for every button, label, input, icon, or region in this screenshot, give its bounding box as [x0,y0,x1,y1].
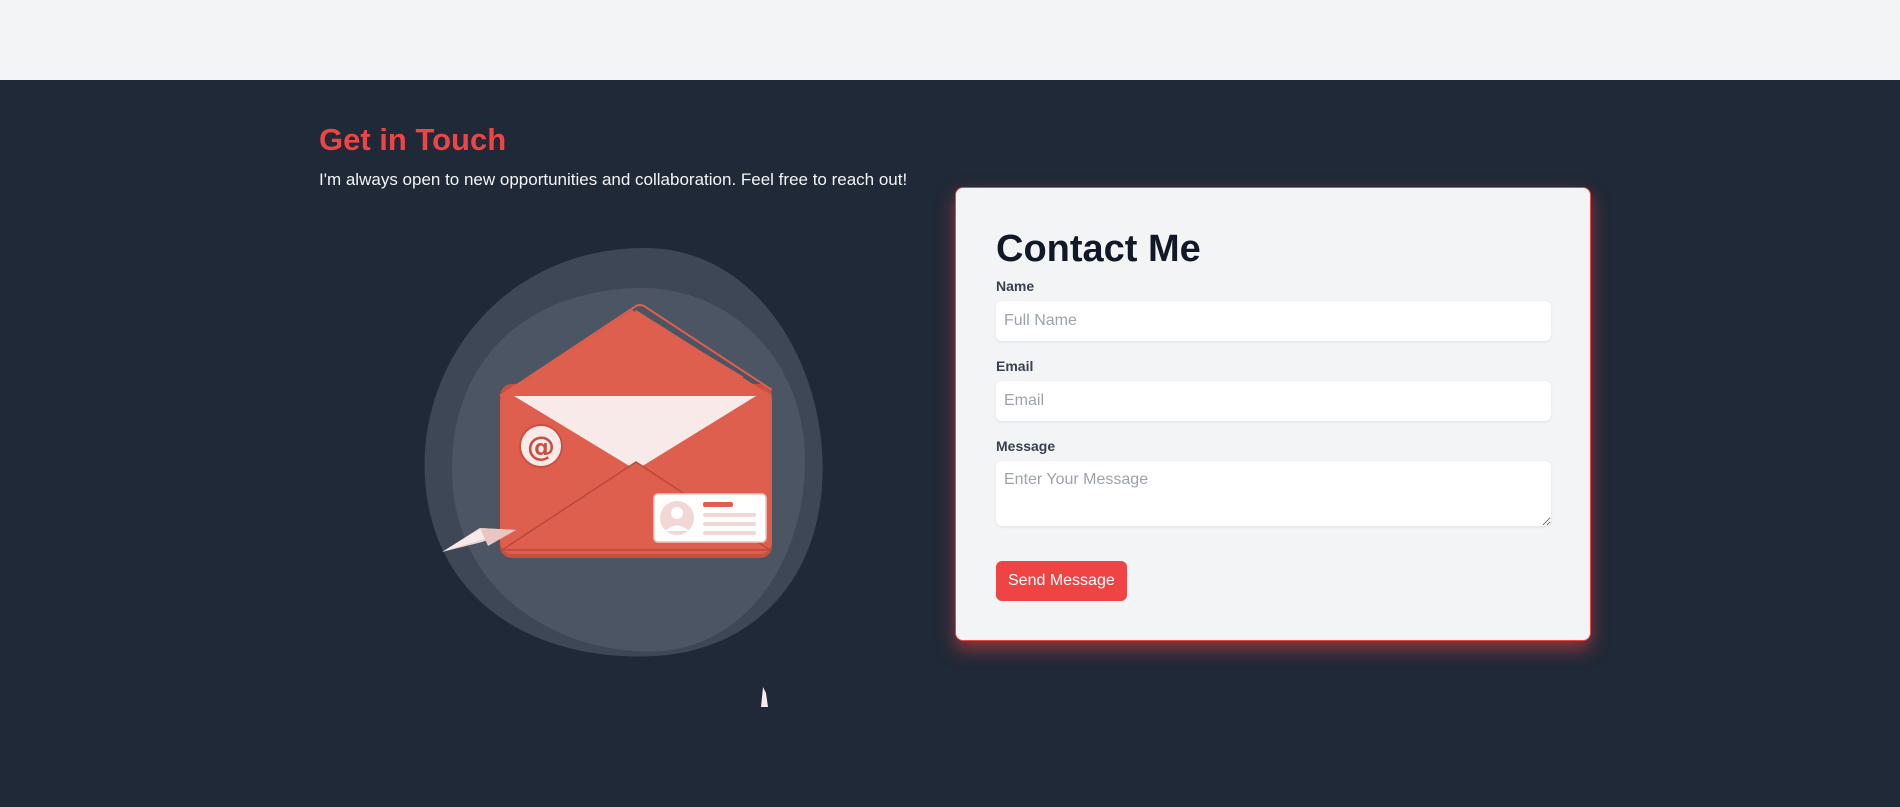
section-subtitle: I'm always open to new opportunities and… [319,170,908,189]
send-message-button[interactable]: Send Message [996,561,1127,601]
message-label: Message [996,438,1056,454]
top-bar [0,0,1900,80]
email-label: Email [996,358,1034,374]
svg-text:@: @ [527,430,555,463]
contact-form-title: Contact Me [996,228,1201,270]
contact-section: Get in Touch I'm always open to new oppo… [0,80,1900,807]
at-sign-icon: @ [519,424,563,468]
envelope-illustration: @ [424,248,823,657]
contact-card-icon [653,493,767,543]
contact-form-card: Contact Me Name Email Message Send Messa… [955,187,1591,641]
message-textarea[interactable] [996,461,1551,526]
name-label: Name [996,278,1035,294]
email-input[interactable] [996,381,1551,421]
decorative-mark-icon [761,687,768,707]
name-input[interactable] [996,301,1551,341]
section-title: Get in Touch [319,122,507,157]
